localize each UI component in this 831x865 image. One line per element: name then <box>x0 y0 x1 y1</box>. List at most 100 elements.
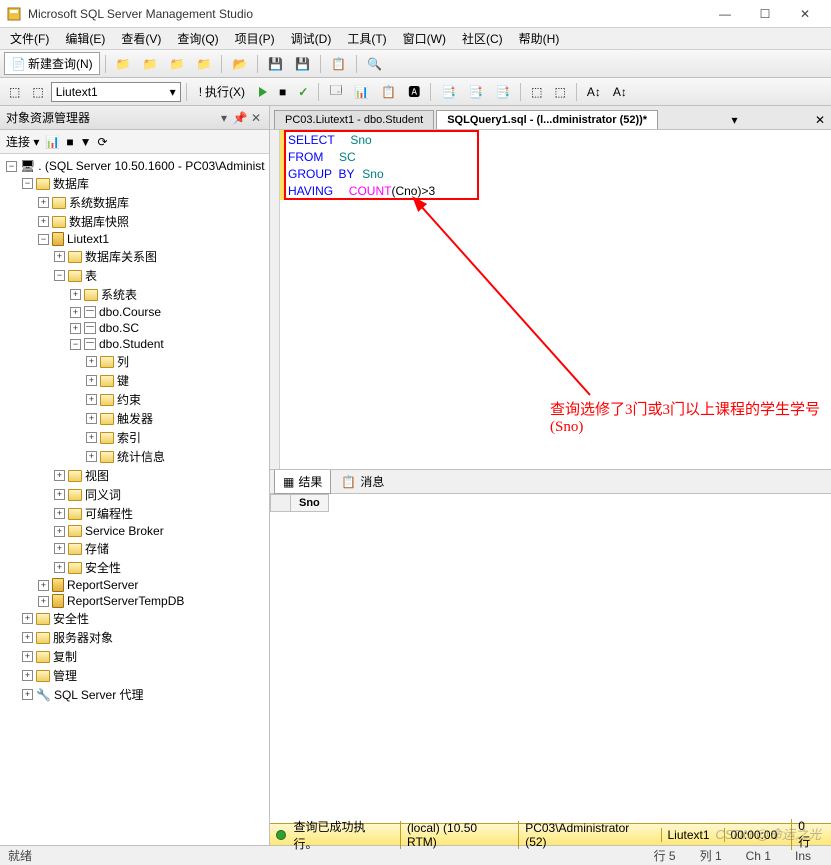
menu-window[interactable]: 窗口(W) <box>397 28 452 49</box>
tb2-i4[interactable]: 🅰 <box>403 80 425 103</box>
editor-gutter <box>270 130 280 469</box>
tb2-i5[interactable]: 📑 <box>436 82 461 102</box>
menu-help[interactable]: 帮助(H) <box>513 28 566 49</box>
tree-dbsnap[interactable]: +数据库快照 <box>38 212 267 231</box>
activity-icon[interactable]: 🔍 <box>362 54 387 74</box>
tb-icon-3[interactable]: 📁 <box>165 54 190 74</box>
tree-servicebroker[interactable]: +Service Broker <box>54 523 267 539</box>
tb-icon-4[interactable]: 📁 <box>191 54 216 74</box>
tree-systables[interactable]: +系统表 <box>70 285 267 304</box>
uncomment-icon[interactable]: A↕ <box>608 82 632 102</box>
tree-root[interactable]: −🖥. (SQL Server 10.50.1600 - PC03\Admini… <box>6 158 267 174</box>
folder-icon <box>52 216 66 228</box>
tb2-i2[interactable]: 📊 <box>349 82 374 102</box>
maximize-button[interactable]: ☐ <box>745 2 785 26</box>
conn-icon-4[interactable]: ⟳ <box>97 135 107 149</box>
tree-constraints[interactable]: +约束 <box>86 390 267 409</box>
tree-security-db[interactable]: +安全性 <box>54 558 267 577</box>
status-ins: Ins <box>783 849 823 863</box>
tree-storage[interactable]: +存储 <box>54 539 267 558</box>
results-tab[interactable]: ▦结果 <box>274 469 331 494</box>
tree-security[interactable]: +安全性 <box>22 609 267 628</box>
tree-management[interactable]: +管理 <box>22 666 267 685</box>
folder-icon <box>52 197 66 209</box>
execute-button[interactable]: ! 执行(X) <box>192 80 252 103</box>
tb-icon-1[interactable]: 📁 <box>111 54 136 74</box>
tree-programmability[interactable]: +可编程性 <box>54 504 267 523</box>
tree-course[interactable]: +dbo.Course <box>70 304 267 320</box>
debug-button[interactable] <box>254 84 272 100</box>
tree-student[interactable]: −dbo.Student <box>70 336 267 352</box>
close-button[interactable]: ✕ <box>785 2 825 26</box>
save-all-icon[interactable]: 💾 <box>290 54 315 74</box>
menu-debug[interactable]: 调试(D) <box>285 28 338 49</box>
menu-project[interactable]: 项目(P) <box>229 28 281 49</box>
database-combo[interactable]: Liutext1 ▾ <box>51 82 181 102</box>
tree-sc[interactable]: +dbo.SC <box>70 320 267 336</box>
messages-tab[interactable]: 📋消息 <box>333 470 392 493</box>
comment-icon[interactable]: A↕ <box>582 82 606 102</box>
tree-databases[interactable]: −数据库 <box>22 174 267 193</box>
close-panel-icon[interactable]: ✕ <box>249 111 263 125</box>
col-sno[interactable]: Sno <box>291 495 329 512</box>
indent-icon[interactable]: ⬚ <box>526 82 547 102</box>
menu-query[interactable]: 查询(Q) <box>171 28 224 49</box>
tree-keys[interactable]: +键 <box>86 371 267 390</box>
save-icon[interactable]: 💾 <box>263 54 288 74</box>
tree-tables[interactable]: −表 <box>54 266 267 285</box>
menu-view[interactable]: 查看(V) <box>115 28 167 49</box>
conn-icon-1[interactable]: 📊 <box>45 135 60 149</box>
tab-sqlquery[interactable]: SQLQuery1.sql - (l...dministrator (52))* <box>436 110 658 129</box>
tree-reportservertempdb[interactable]: +ReportServerTempDB <box>38 593 267 609</box>
tb2-i1[interactable]: 🗔 <box>324 78 347 105</box>
new-query-button[interactable]: 📄 新建查询(N) <box>4 52 100 75</box>
tab-student[interactable]: PC03.Liutext1 - dbo.Student <box>274 110 434 129</box>
tree-views[interactable]: +视图 <box>54 466 267 485</box>
tree-columns[interactable]: +列 <box>86 352 267 371</box>
minimize-button[interactable]: — <box>705 2 745 26</box>
open-icon[interactable]: 📂 <box>227 54 252 74</box>
tree-synonyms[interactable]: +同义词 <box>54 485 267 504</box>
outdent-icon[interactable]: ⬚ <box>549 82 570 102</box>
parse-button[interactable]: ✓ <box>293 82 313 102</box>
conn-icon-3[interactable]: ▼ <box>80 135 92 149</box>
tree-dbdiagram[interactable]: +数据库关系图 <box>54 247 267 266</box>
menu-file[interactable]: 文件(F) <box>4 28 55 49</box>
menu-tools[interactable]: 工具(T) <box>341 28 392 49</box>
app-icon <box>6 6 22 22</box>
stop-button[interactable]: ■ <box>274 82 291 102</box>
tree-replication[interactable]: +复制 <box>22 647 267 666</box>
results-grid[interactable]: Sno <box>270 494 831 823</box>
database-icon <box>52 578 64 592</box>
menu-edit[interactable]: 编辑(E) <box>59 28 111 49</box>
dropdown-icon[interactable]: ▾ <box>217 111 231 125</box>
tree-stats[interactable]: +统计信息 <box>86 447 267 466</box>
tab-close[interactable]: ✕ <box>809 111 831 129</box>
tree-reportserver[interactable]: +ReportServer <box>38 577 267 593</box>
tb2-i7[interactable]: 📑 <box>490 82 515 102</box>
sql-editor[interactable]: SELECT Sno FROM SC GROUP BY Sno HAVING C… <box>270 130 831 470</box>
tb2-2[interactable]: ⬚ <box>27 82 48 102</box>
tree-sqlagent[interactable]: +🔧SQL Server 代理 <box>22 685 267 704</box>
tree-sysdb[interactable]: +系统数据库 <box>38 193 267 212</box>
node-label: ReportServerTempDB <box>67 594 184 608</box>
node-label: 安全性 <box>53 610 89 627</box>
tb-icon-2[interactable]: 📁 <box>138 54 163 74</box>
conn-icon-2[interactable]: ■ <box>66 135 73 149</box>
tb2-1[interactable]: ⬚ <box>4 82 25 102</box>
folder-icon <box>68 562 82 574</box>
node-label: 系统表 <box>101 286 137 303</box>
task-list-icon[interactable]: 📋 <box>326 54 351 74</box>
menu-community[interactable]: 社区(C) <box>456 28 509 49</box>
connect-button[interactable]: 连接 ▾ <box>6 133 39 150</box>
tb2-i6[interactable]: 📑 <box>463 82 488 102</box>
tree-indexes[interactable]: +索引 <box>86 428 267 447</box>
tab-dropdown[interactable]: ▾ <box>726 111 744 129</box>
object-tree[interactable]: −🖥. (SQL Server 10.50.1600 - PC03\Admini… <box>0 154 269 845</box>
folder-icon <box>36 613 50 625</box>
tree-triggers[interactable]: +触发器 <box>86 409 267 428</box>
pin-icon[interactable]: 📌 <box>233 111 247 125</box>
tb2-i3[interactable]: 📋 <box>376 82 401 102</box>
tree-serverobjects[interactable]: +服务器对象 <box>22 628 267 647</box>
tree-liutext1[interactable]: −Liutext1 <box>38 231 267 247</box>
